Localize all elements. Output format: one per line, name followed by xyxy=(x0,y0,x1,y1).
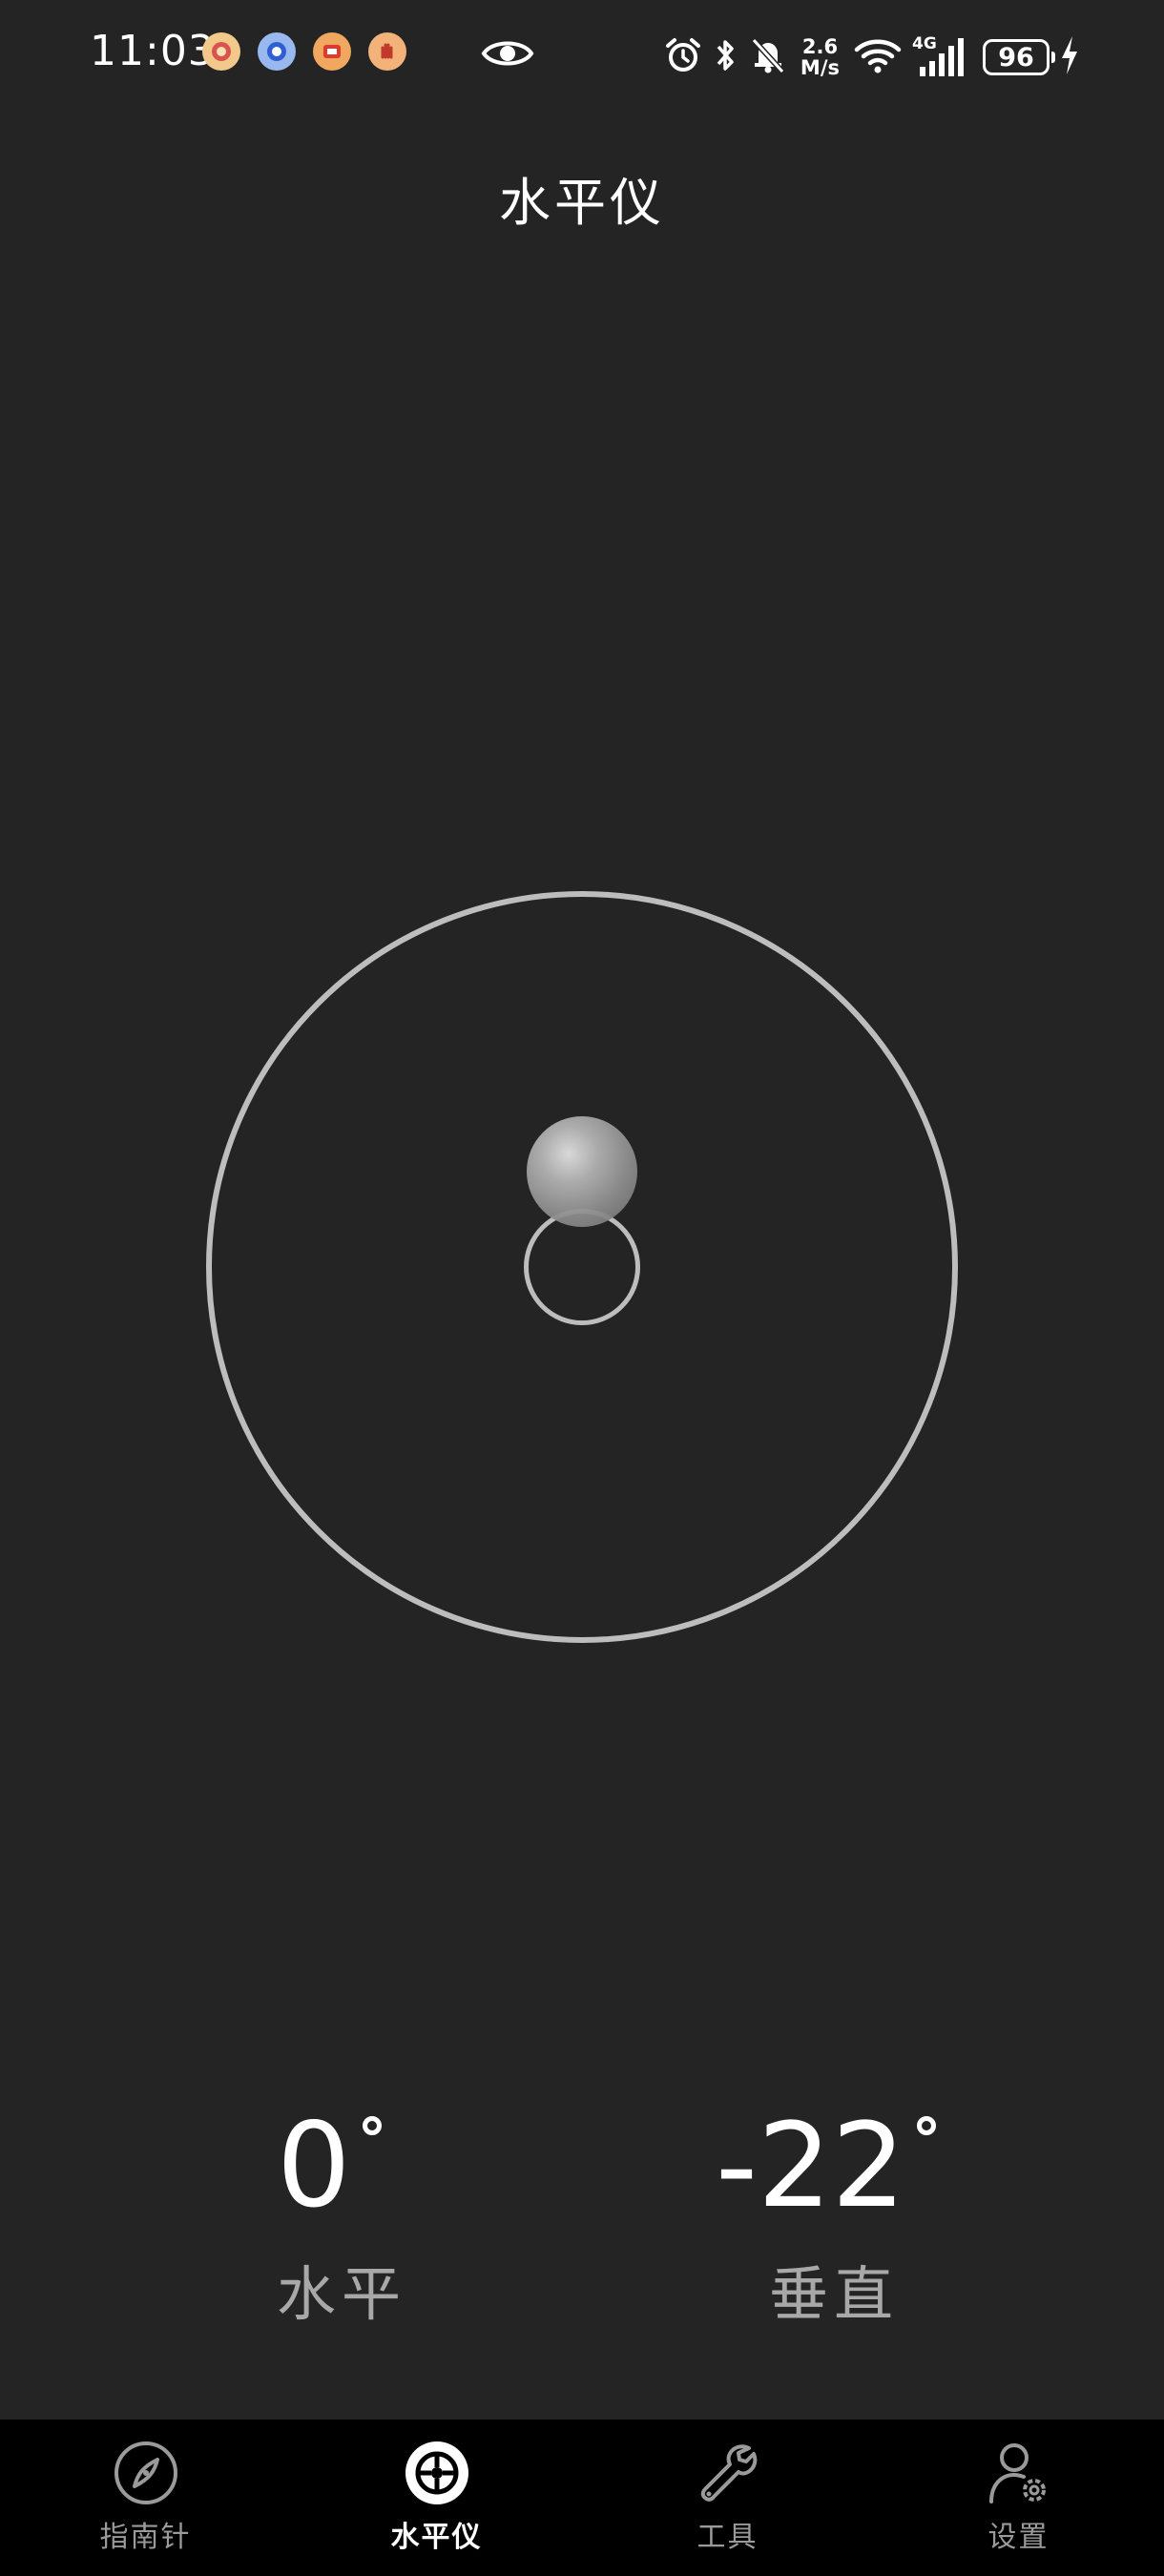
vertical-value-wrap: -22 xyxy=(716,2098,937,2233)
vertical-reading: -22 垂直 xyxy=(716,2098,937,2347)
cellular-signal-icon: 4G xyxy=(912,34,967,78)
nav-label-compass: 指南针 xyxy=(99,2521,192,2554)
horizontal-value-wrap: 0 xyxy=(277,2099,406,2233)
network-speed-value: 2.6 xyxy=(801,35,839,58)
user-settings-icon xyxy=(983,2437,1055,2509)
status-time: 11:03 xyxy=(90,27,216,75)
horizontal-angle-value: 0 xyxy=(277,2098,351,2233)
app-notification-icon-4 xyxy=(368,32,406,71)
bluetooth-icon xyxy=(713,35,739,79)
level-app-screen: 11:03 2.6 M/s 4G 96 水平仪 0 水平 -22 垂直 指南针 … xyxy=(0,0,1164,2576)
degree-symbol xyxy=(917,2116,937,2135)
nav-label-tools: 工具 xyxy=(696,2521,759,2554)
notifications-muted-icon xyxy=(749,35,787,79)
bubble-level xyxy=(206,891,958,1643)
horizontal-reading: 0 水平 xyxy=(277,2099,406,2347)
page-title: 水平仪 xyxy=(499,173,665,233)
network-speed-unit: M/s xyxy=(800,56,840,79)
vertical-angle-label: 垂直 xyxy=(769,2259,900,2329)
eye-icon xyxy=(481,34,534,76)
nav-label-level: 水平仪 xyxy=(390,2521,483,2554)
battery-indicator: 96 xyxy=(983,39,1055,75)
level-bubble xyxy=(527,1116,637,1227)
nav-label-settings: 设置 xyxy=(987,2521,1050,2554)
battery-level: 96 xyxy=(998,42,1034,73)
system-status-icons: 2.6 M/s 4G 96 xyxy=(663,29,1080,86)
wifi-icon xyxy=(853,35,903,79)
app-notification-icon-1 xyxy=(202,32,240,71)
nav-item-settings[interactable]: 设置 xyxy=(873,2420,1164,2576)
nav-item-tools[interactable]: 工具 xyxy=(582,2420,873,2576)
alarm-icon xyxy=(663,35,703,79)
vertical-angle-value: -22 xyxy=(716,2098,906,2233)
notification-icons xyxy=(202,32,406,71)
bottom-navigation: 指南针 水平仪 工具 设置 xyxy=(0,2420,1164,2576)
nav-item-compass[interactable]: 指南针 xyxy=(0,2420,291,2576)
wrench-icon xyxy=(692,2437,764,2509)
charging-icon xyxy=(1059,34,1080,80)
app-notification-icon-3 xyxy=(313,32,351,71)
network-speed: 2.6 M/s xyxy=(800,36,840,78)
compass-icon xyxy=(110,2437,182,2509)
app-notification-icon-2 xyxy=(258,32,296,71)
status-bar: 11:03 2.6 M/s 4G 96 xyxy=(0,0,1164,114)
horizontal-angle-label: 水平 xyxy=(277,2259,407,2329)
level-icon xyxy=(401,2437,473,2509)
nav-item-level[interactable]: 水平仪 xyxy=(291,2420,582,2576)
degree-symbol xyxy=(362,2116,382,2135)
